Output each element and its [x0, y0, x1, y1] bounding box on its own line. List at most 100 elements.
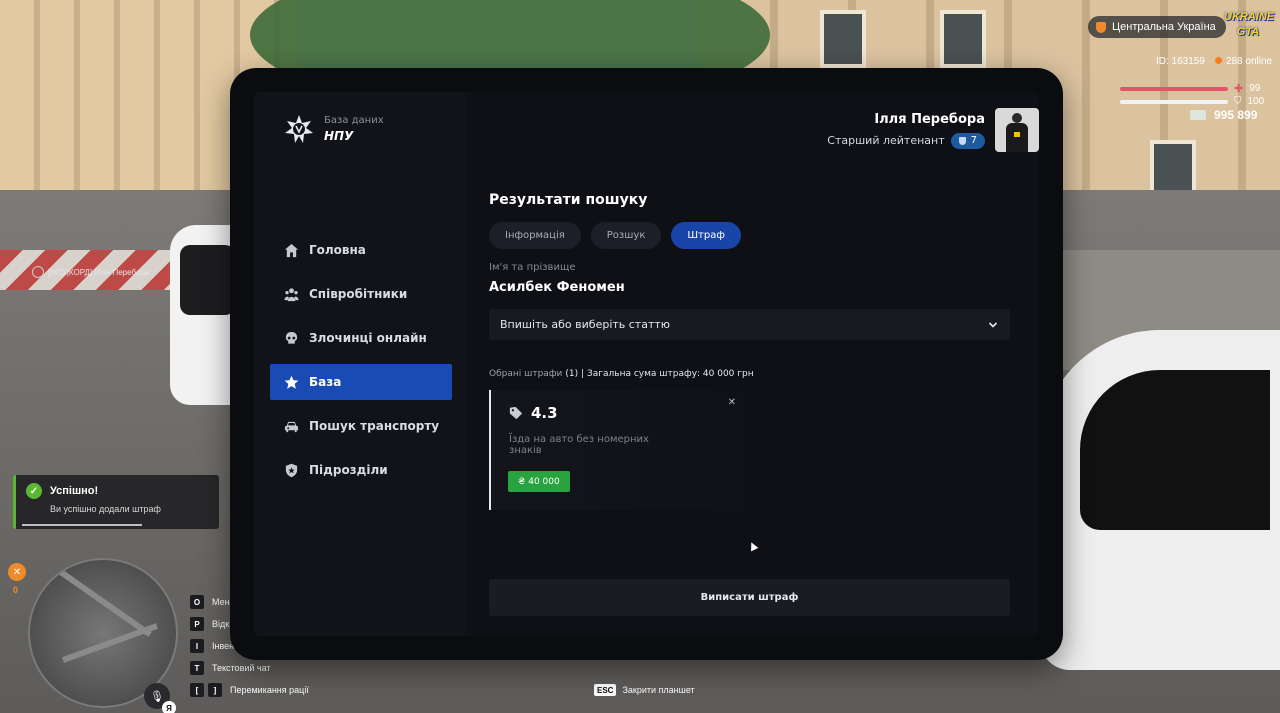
- player-nametag: [НПУ|КОРД] Ілля Перебора: [32, 266, 149, 278]
- hunger-icon: ✕: [8, 563, 26, 581]
- level-shield-icon: [958, 136, 966, 145]
- keybind-label: Текстовий чат: [212, 663, 271, 673]
- keybind-label: Перемикання рації: [230, 685, 309, 695]
- summary-count: (1): [565, 369, 579, 379]
- article-select-placeholder: Впишіть або виберіть статтю: [500, 318, 671, 331]
- success-toast: ✓ Успішно! Ви успішно додали штраф: [13, 475, 219, 529]
- brand: База даних НПУ: [284, 114, 384, 144]
- close-tablet-hint: ESC Закрити планшет: [594, 684, 695, 696]
- sidebar-nav: Головна Співробітники Злочинці онлайн Ба…: [270, 232, 452, 488]
- region-shield-icon: [1096, 21, 1106, 33]
- toast-message: Ви успішно додали штраф: [50, 504, 161, 514]
- player-id-line: ID: 163159 288 online: [1156, 56, 1272, 67]
- key-cap: ]: [208, 683, 222, 697]
- currency-icon: ₴: [518, 476, 526, 487]
- health-value: 99: [1249, 83, 1261, 94]
- user-card: Ілля Перебора Старший лейтенант 7: [827, 108, 1039, 152]
- white-car: [1040, 330, 1280, 670]
- online-dot-icon: [1214, 57, 1222, 64]
- fine-amount-badge: ₴ 40 000: [508, 471, 570, 492]
- level-value: 7: [970, 135, 977, 146]
- building-window: [940, 10, 986, 68]
- issue-fine-button[interactable]: Виписати штраф: [489, 579, 1010, 616]
- chevron-down-icon: [988, 321, 998, 328]
- sidebar-item-database[interactable]: База: [270, 364, 452, 400]
- key-cap: I: [190, 639, 204, 653]
- toast-title: Успішно!: [50, 485, 99, 497]
- tab-wanted[interactable]: Розшук: [590, 222, 662, 249]
- article-select[interactable]: Впишіть або виберіть статтю: [489, 309, 1010, 340]
- brand-subtitle: База даних: [324, 115, 384, 126]
- game-logo: UKRAINE GTA: [1224, 11, 1275, 38]
- result-tabs: Інформація Розшук Штраф: [489, 222, 741, 249]
- star-icon: [284, 375, 299, 389]
- sidebar-item-criminals-online[interactable]: Злочинці онлайн: [270, 320, 452, 356]
- close-tablet-label: Закрити планшет: [622, 685, 695, 695]
- armor-row: ⛉ 100: [1120, 96, 1264, 107]
- sidebar-item-label: Співробітники: [309, 287, 408, 301]
- sidebar-item-label: Злочинці онлайн: [309, 331, 427, 345]
- tag-icon: [509, 406, 523, 420]
- player-id: ID: 163159: [1156, 56, 1205, 67]
- summary-total: | Загальна сума штрафу: 40 000 грн: [581, 369, 754, 379]
- keybind-row: [ ] Перемикання рації: [190, 683, 309, 697]
- armor-value: 100: [1247, 96, 1265, 107]
- keybind-label: Мен: [212, 597, 230, 607]
- brand-title: НПУ: [324, 129, 354, 143]
- money-display: 995 899: [1190, 108, 1257, 122]
- building-window: [820, 10, 866, 68]
- police-tablet: База даних НПУ Головна Співробітники Зло…: [230, 68, 1063, 660]
- sidebar-item-label: Пошук транспорту: [309, 419, 440, 433]
- sidebar-item-departments[interactable]: Підрозділи: [270, 452, 452, 488]
- avatar: [995, 108, 1039, 152]
- check-icon: ✓: [26, 483, 42, 499]
- sidebar-item-vehicle-search[interactable]: Пошук транспорту: [270, 408, 452, 444]
- health-icon: ✚: [1234, 83, 1244, 95]
- sidebar-item-label: Головна: [309, 243, 366, 257]
- money-value: 995 899: [1214, 108, 1258, 122]
- tab-info[interactable]: Інформація: [489, 222, 581, 249]
- shield-icon: [285, 463, 298, 477]
- hunger-value: 0: [13, 585, 19, 595]
- main-content: Ілля Перебора Старший лейтенант 7 Резуль…: [466, 92, 1039, 636]
- fines-summary: Обрані штрафи (1) | Загальна сума штрафу…: [489, 369, 754, 379]
- sidebar-item-employees[interactable]: Співробітники: [270, 276, 452, 312]
- police-star-icon: [285, 115, 313, 143]
- skull-icon: [285, 331, 298, 344]
- sidebar-item-home[interactable]: Головна: [270, 232, 452, 268]
- key-cap: P: [190, 617, 204, 631]
- person-name: Асилбек Феномен: [489, 280, 625, 295]
- name-label: Ім'я та прізвище: [489, 262, 576, 273]
- voice-lang-badge: Я: [162, 701, 176, 713]
- summary-label: Обрані штрафи: [489, 369, 563, 379]
- key-cap: T: [190, 661, 204, 675]
- tab-fine[interactable]: Штраф: [671, 222, 741, 249]
- fine-card: ✕ 4.3 Їзда на авто без номерних знаків ₴…: [489, 390, 744, 510]
- sidebar: База даних НПУ Головна Співробітники Зло…: [254, 92, 466, 636]
- keybind-label: Відк: [212, 619, 230, 629]
- region-pill: Центральна Україна: [1088, 16, 1226, 38]
- sidebar-item-label: Підрозділи: [309, 463, 388, 477]
- money-icon: [1190, 110, 1206, 120]
- fine-code: 4.3: [531, 404, 558, 422]
- level-badge: 7: [950, 132, 985, 149]
- tablet-screen: База даних НПУ Головна Співробітники Зло…: [254, 92, 1039, 636]
- car-icon: [284, 421, 299, 432]
- health-bar: [1120, 86, 1228, 91]
- user-name: Ілля Перебора: [874, 111, 985, 127]
- online-count: 288 online: [1214, 56, 1272, 67]
- remove-fine-button[interactable]: ✕: [728, 397, 736, 408]
- keybind-row: T Текстовий чат: [190, 661, 309, 675]
- key-cap: [: [190, 683, 204, 697]
- toast-progress: [22, 524, 142, 526]
- users-icon: [284, 287, 299, 301]
- nametag-ring-icon: [32, 266, 44, 278]
- fine-amount: 40 000: [528, 476, 560, 487]
- esc-key: ESC: [594, 684, 617, 696]
- fine-description: Їзда на авто без номерних знаків: [509, 434, 649, 456]
- armor-icon: ⛉: [1234, 96, 1242, 107]
- armor-bar: [1120, 99, 1228, 104]
- region-name: Центральна Україна: [1112, 21, 1216, 33]
- sidebar-item-label: База: [309, 375, 342, 389]
- page-title: Результати пошуку: [489, 192, 648, 208]
